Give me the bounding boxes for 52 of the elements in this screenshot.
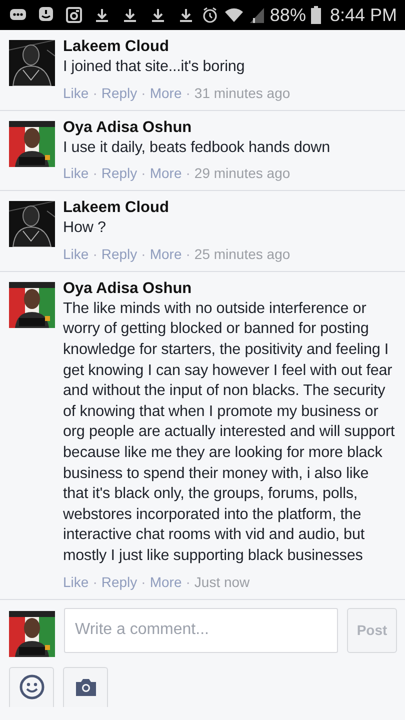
clock: 8:44 PM (330, 4, 397, 26)
commenter-name[interactable]: Lakeem Cloud (63, 37, 397, 57)
emoji-button[interactable] (9, 666, 54, 706)
smiley-icon (18, 674, 44, 700)
comment-action-link[interactable]: Like (63, 572, 89, 592)
separator-dot: · (141, 572, 146, 592)
camera-icon (74, 677, 98, 697)
comment-action-link[interactable]: Reply (101, 572, 138, 592)
download-icon (177, 6, 195, 24)
commenter-name[interactable]: Oya Adisa Oshun (63, 118, 397, 138)
comment-action-link[interactable]: Like (63, 82, 89, 103)
separator-dot: · (186, 572, 190, 592)
comment-timestamp: 29 minutes ago (194, 164, 290, 184)
photo-button[interactable] (63, 666, 108, 706)
download-icon (93, 6, 111, 24)
separator-dot: · (186, 164, 190, 184)
comment-timestamp: 25 minutes ago (194, 244, 290, 264)
separator-dot: · (186, 244, 190, 264)
commenter-name[interactable]: Oya Adisa Oshun (63, 278, 397, 299)
comment-text: How ? (63, 218, 107, 238)
comment-action-link[interactable]: Reply (101, 244, 138, 264)
separator-dot: · (92, 164, 98, 184)
separator-dot: · (92, 244, 98, 264)
comment-action-link[interactable]: Like (63, 244, 89, 264)
battery-percentage: 88% (270, 4, 306, 26)
comment-action-link[interactable]: Reply (101, 163, 138, 184)
battery-icon (310, 6, 321, 24)
wifi-icon (224, 6, 244, 24)
comment-text: I joined that site...it's boring (63, 57, 246, 77)
comment-action-link[interactable]: More (150, 572, 182, 592)
separator-dot: · (141, 244, 146, 264)
separator-dot: · (186, 84, 190, 103)
smiley-bubble-icon (37, 6, 55, 24)
comment-action-link[interactable]: Like (63, 163, 89, 184)
separator-dot: · (141, 164, 146, 184)
comment-action-link[interactable]: More (150, 163, 182, 184)
comment-timestamp: Just now (194, 572, 250, 592)
comment-action-link[interactable]: More (150, 82, 182, 103)
separator-dot: · (92, 572, 98, 592)
separator-dot: · (141, 84, 146, 103)
comment-timestamp: 31 minutes ago (194, 84, 290, 103)
comment-action-link[interactable]: More (150, 244, 182, 264)
comment-action-link[interactable]: Reply (101, 82, 138, 103)
separator-dot: · (92, 84, 98, 103)
comment-text: I use it daily, beats fedbook hands down (63, 138, 331, 158)
download-icon (149, 6, 167, 24)
commenter-name[interactable]: Lakeem Cloud (63, 198, 397, 218)
signal-icon (248, 6, 265, 24)
alarm-icon (200, 6, 219, 24)
camera-icon (65, 6, 83, 24)
download-icon (121, 6, 139, 24)
comment-text: The like minds with no outside interference or worry of getting blocked or banned for posting knowledge for starters, the positivity and feeling I get knowing I can say however I feel with out fear and without the input of non blacks. The security of knowing that when I promote my business or org people are actually interested and will support because like me they are looking for more black business to spend their money with, i also like that it's black only, the groups, forums, polls, webstores incorporated into the platform, the interactive chat rooms with vid and audio, but mostly I just like supporting black businesses (63, 298, 396, 566)
